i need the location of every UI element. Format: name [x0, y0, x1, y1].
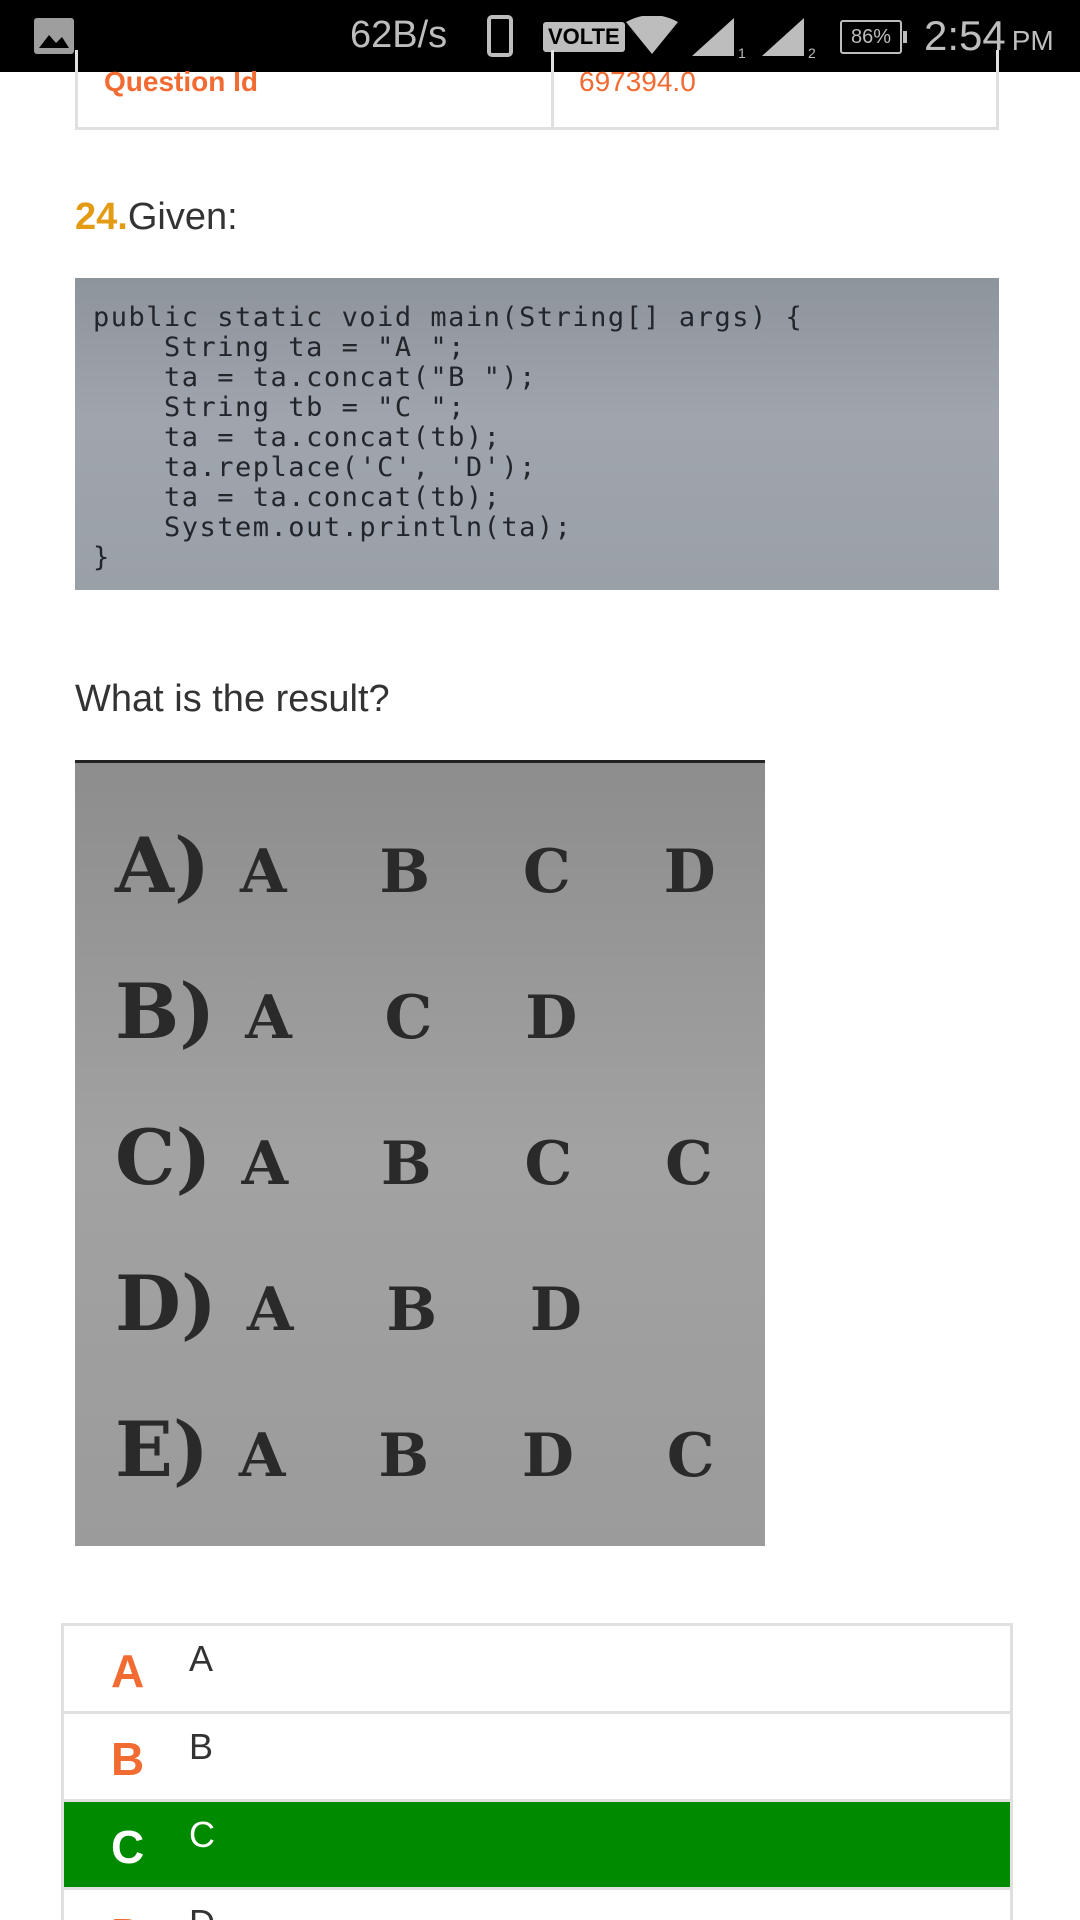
- choice-letter: E): [115, 1405, 209, 1494]
- code-line: ta = ta.concat("B ");: [93, 362, 537, 393]
- choice-line: E) A B D C: [115, 1405, 751, 1494]
- code-line: String tb = "C ";: [93, 392, 466, 423]
- choice-text: A B D C: [238, 1421, 751, 1491]
- code-line: }: [93, 542, 111, 573]
- option-c[interactable]: C C: [64, 1802, 1010, 1890]
- choice-letter: D): [115, 1259, 217, 1348]
- code-line: String ta = "A ";: [93, 332, 466, 363]
- option-text: C: [189, 1814, 215, 1855]
- answer-options: A A B B C C D D: [61, 1623, 1013, 1920]
- option-text: B: [189, 1726, 214, 1767]
- question-id-value: 697394.0: [579, 66, 696, 97]
- code-line: ta = ta.concat(tb);: [93, 422, 502, 453]
- volte-badge: VOLTE: [543, 22, 625, 52]
- choice-text: A C D: [245, 983, 614, 1053]
- choice-line: B) A C D: [115, 967, 613, 1056]
- choice-line: D) A B D: [115, 1259, 618, 1348]
- question-id-label: Question Id: [78, 50, 554, 127]
- option-letter: C: [111, 1821, 145, 1873]
- code-line: System.out.println(ta);: [93, 512, 573, 543]
- option-text: A: [189, 1638, 214, 1679]
- question-prompt: What is the result?: [75, 678, 390, 720]
- choice-letter: B): [115, 967, 216, 1056]
- question-info-table: Question Id 697394.0: [75, 50, 999, 130]
- option-letter: B: [111, 1733, 145, 1785]
- image-icon: [34, 18, 74, 54]
- choice-text: A B C C: [241, 1129, 749, 1199]
- choice-text: A B D: [246, 1275, 618, 1345]
- code-image: public static void main(String[] args) {…: [75, 278, 999, 590]
- question-heading: 24.Given:: [75, 196, 238, 239]
- choices-image: A) A B C D B) A C D C) A B C C D) A B D E) A …: [75, 760, 765, 1546]
- option-letter: A: [111, 1645, 145, 1697]
- option-a[interactable]: A A: [64, 1626, 1010, 1714]
- clock-ampm: PM: [1011, 25, 1054, 56]
- option-letter: D: [111, 1908, 144, 1920]
- option-d[interactable]: D D: [64, 1890, 1010, 1920]
- choice-line: A) A B C D: [115, 821, 752, 910]
- option-b[interactable]: B B: [64, 1714, 1010, 1802]
- choice-line: C) A B C C: [115, 1113, 749, 1202]
- choice-letter: C): [115, 1113, 212, 1202]
- choice-letter: A): [115, 821, 210, 910]
- battery-icon: 86%: [840, 20, 907, 54]
- choice-text: A B C D: [239, 837, 752, 907]
- code-line: public static void main(String[] args) {: [93, 302, 804, 333]
- option-text: D: [189, 1902, 215, 1920]
- code-line: ta.replace('C', 'D');: [93, 452, 537, 483]
- code-line: ta = ta.concat(tb);: [93, 482, 502, 513]
- question-number: 24.: [75, 196, 128, 238]
- question-heading-text: Given:: [127, 196, 238, 238]
